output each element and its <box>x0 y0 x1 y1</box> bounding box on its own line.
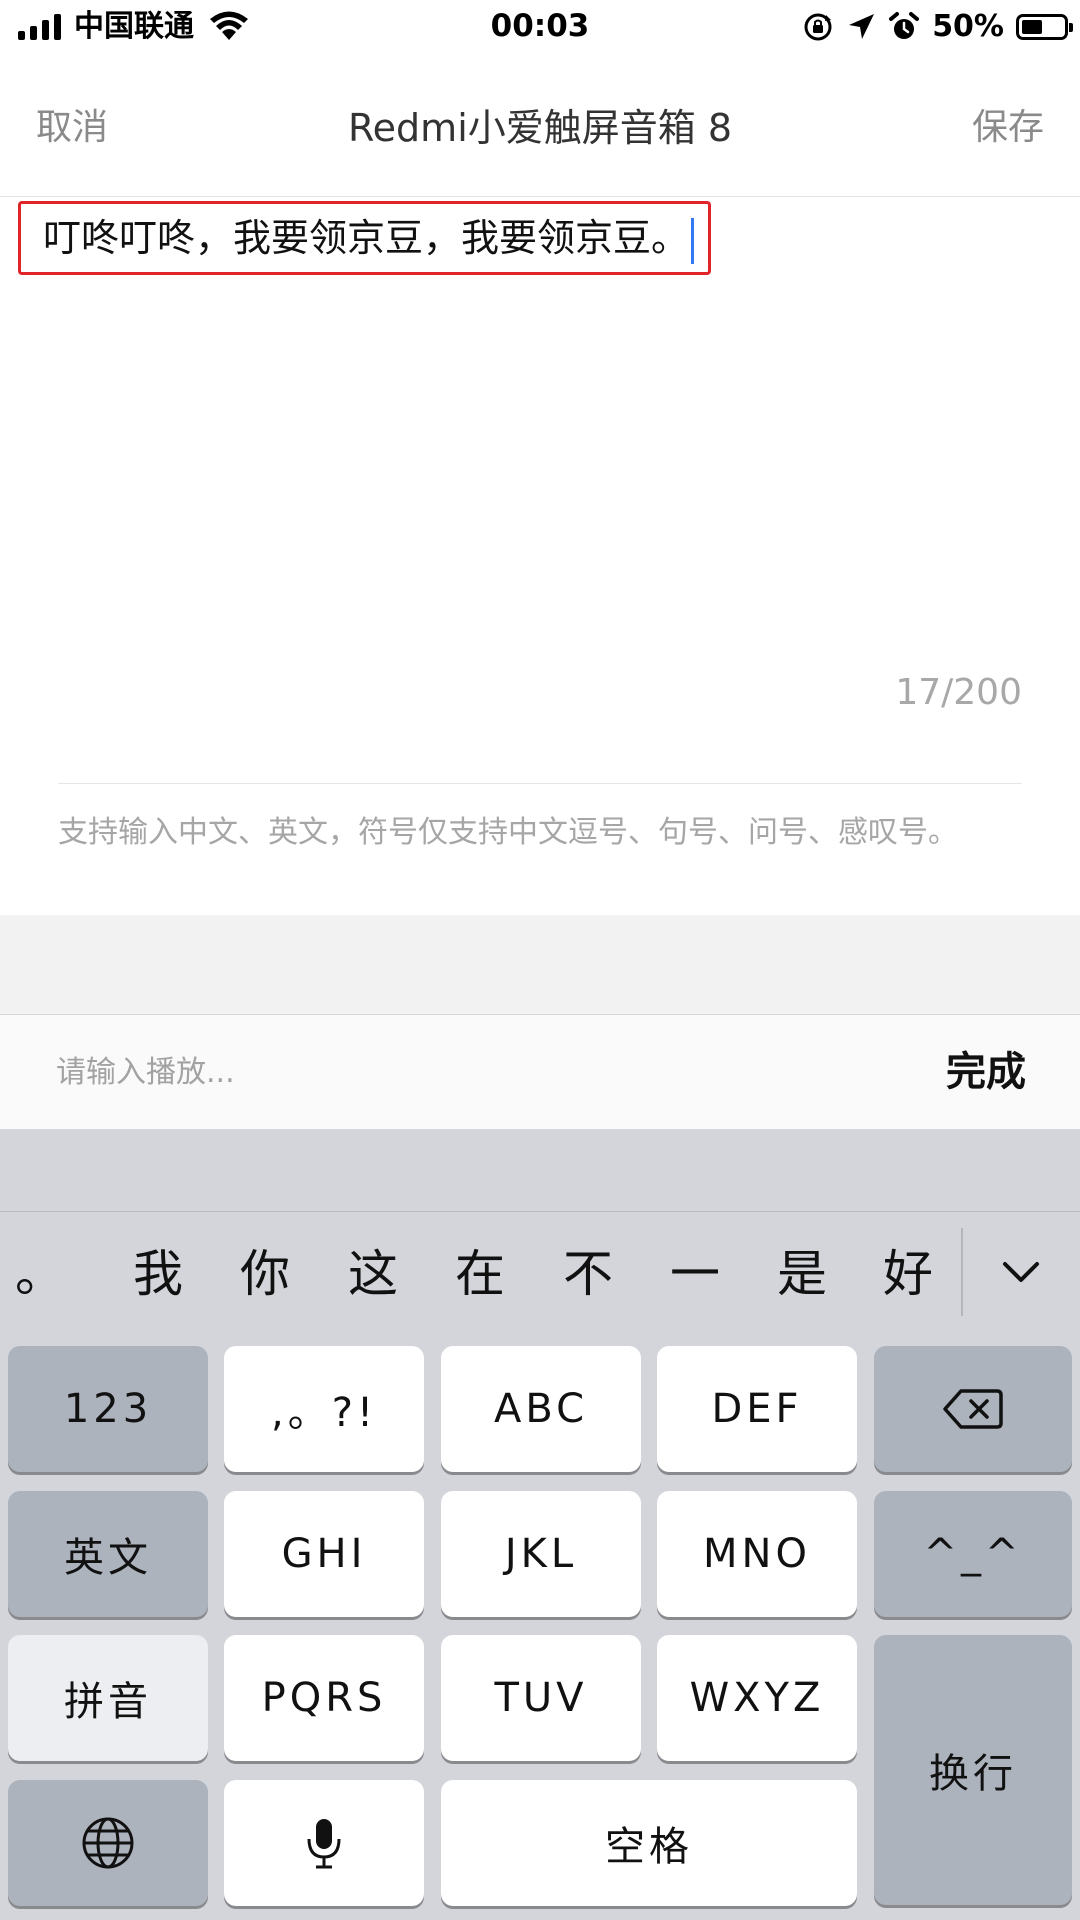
signal-icon <box>18 14 61 40</box>
key-pinyin[interactable]: 拼音 <box>8 1635 208 1761</box>
speech-text-field[interactable]: 叮咚叮咚，我要领京豆，我要领京豆。 <box>18 201 712 275</box>
key-jkl[interactable]: JKL <box>441 1491 641 1617</box>
candidate-4[interactable]: 在 <box>440 1212 520 1336</box>
status-bar: 中国联通 00:03 50% <box>0 0 1080 54</box>
done-button[interactable]: 完成 <box>946 1045 1026 1099</box>
page-title: Redmi小爱触屏音箱 8 <box>347 106 733 150</box>
chevron-down-icon[interactable] <box>985 1238 1057 1310</box>
key-ghi[interactable]: GHI <box>224 1491 424 1617</box>
background-band <box>0 915 1080 1015</box>
key-label: 英文 <box>64 1535 152 1581</box>
location-icon <box>849 14 875 39</box>
key-tuv[interactable]: TUV <box>441 1635 641 1761</box>
play-input-placeholder[interactable]: 请输入播放... <box>56 1051 235 1095</box>
input-hint: 支持输入中文、英文，符号仅支持中文逗号、句号、问号、感叹号。 <box>58 815 958 850</box>
status-right-icons: 50% <box>802 8 1073 46</box>
candidate-0[interactable]: 。 <box>0 1212 80 1336</box>
keyboard: 。 我 你 这 在 不 一 是 好 123 ,。?! ABC DEF 英文 GH… <box>0 1129 1080 1920</box>
key-punctuation[interactable]: ,。?! <box>224 1346 424 1472</box>
globe-icon <box>82 1817 134 1869</box>
key-label: MNO <box>703 1531 811 1577</box>
key-label: DEF <box>711 1386 803 1432</box>
divider <box>58 783 1022 784</box>
key-emoticon[interactable]: ^_^ <box>874 1491 1072 1617</box>
key-label: WXYZ <box>689 1675 825 1721</box>
key-label: GHI <box>281 1531 367 1577</box>
candidate-1[interactable]: 我 <box>118 1212 198 1336</box>
text-caret <box>691 217 695 264</box>
input-accessory-bar: 请输入播放... 完成 <box>0 1015 1080 1129</box>
key-space[interactable]: 空格 <box>441 1780 857 1906</box>
save-button[interactable]: 保存 <box>972 102 1044 154</box>
speech-text-value: 叮咚叮咚，我要领京豆，我要领京豆。 <box>43 216 690 260</box>
wifi-icon <box>210 11 248 40</box>
key-voice[interactable] <box>224 1780 424 1906</box>
keyboard-top-area <box>0 1129 1080 1212</box>
candidate-separator <box>961 1228 963 1316</box>
candidate-5[interactable]: 不 <box>548 1212 628 1336</box>
key-label: 换行 <box>929 1751 1017 1797</box>
screen: 中国联通 00:03 50% 取消 Redmi小爱触屏音箱 8 保存 叮咚叮咚，… <box>0 0 1080 1920</box>
candidate-6[interactable]: 一 <box>655 1212 735 1336</box>
key-abc[interactable]: ABC <box>441 1346 641 1472</box>
key-label: 拼音 <box>64 1679 152 1725</box>
battery-percentage: 50% <box>932 9 1004 44</box>
key-label: 123 <box>63 1386 153 1432</box>
backspace-icon <box>943 1389 1003 1429</box>
key-pqrs[interactable]: PQRS <box>224 1635 424 1761</box>
orientation-lock-icon <box>804 13 832 41</box>
key-wxyz[interactable]: WXYZ <box>657 1635 857 1761</box>
candidate-3[interactable]: 这 <box>333 1212 413 1336</box>
microphone-icon <box>307 1819 341 1869</box>
key-enter[interactable]: 换行 <box>874 1635 1072 1905</box>
key-numbers[interactable]: 123 <box>8 1346 208 1472</box>
candidate-7[interactable]: 是 <box>762 1212 842 1336</box>
battery-icon <box>1016 14 1073 40</box>
key-label: ^_^ <box>923 1531 1023 1577</box>
candidate-bar: 。 我 你 这 在 不 一 是 好 <box>0 1212 1080 1336</box>
key-def[interactable]: DEF <box>657 1346 857 1472</box>
key-english[interactable]: 英文 <box>8 1491 208 1617</box>
candidate-8[interactable]: 好 <box>868 1212 948 1336</box>
text-editor-area[interactable]: 叮咚叮咚，我要领京豆，我要领京豆。 17/200 支持输入中文、英文，符号仅支持… <box>0 197 1080 915</box>
key-label: TUV <box>494 1675 588 1721</box>
key-label: ABC <box>493 1386 589 1432</box>
key-globe[interactable] <box>8 1780 208 1906</box>
key-label: ,。?! <box>271 1390 377 1436</box>
alarm-icon <box>889 12 920 39</box>
key-label: 空格 <box>605 1824 693 1870</box>
candidate-2[interactable]: 你 <box>225 1212 305 1336</box>
key-backspace[interactable] <box>874 1346 1072 1472</box>
key-label: JKL <box>504 1531 578 1577</box>
navigation-bar: 取消 Redmi小爱触屏音箱 8 保存 <box>0 66 1080 197</box>
character-counter: 17/200 <box>895 672 1022 713</box>
carrier-label: 中国联通 <box>74 9 194 44</box>
key-label: PQRS <box>261 1675 387 1721</box>
cancel-button[interactable]: 取消 <box>36 102 108 154</box>
key-mno[interactable]: MNO <box>657 1491 857 1617</box>
